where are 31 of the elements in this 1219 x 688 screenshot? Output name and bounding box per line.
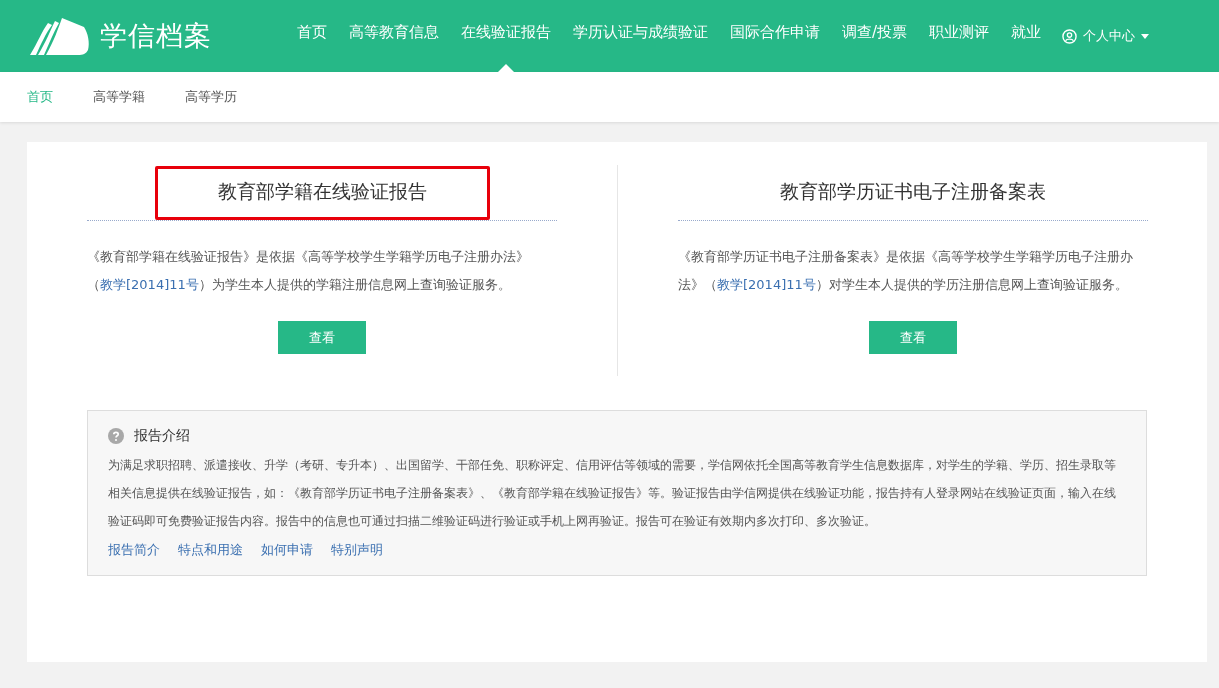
- nav-link[interactable]: 国际合作申请: [719, 0, 831, 72]
- report-title: 教育部学历证书电子注册备案表: [779, 179, 1047, 204]
- intro-link[interactable]: 特别声明: [331, 541, 383, 559]
- nav-link[interactable]: 学历认证与成绩验证: [562, 0, 719, 72]
- report-description: 《教育部学籍在线验证报告》是依据《高等学校学生学籍学历电子注册办法》（教学[2014]11号）为学生本人提供的学籍注册信息网上查询验证服务。: [87, 248, 530, 294]
- sub-nav-link[interactable]: 高等学历: [185, 88, 237, 106]
- nav-link[interactable]: 首页: [286, 0, 338, 72]
- document-link[interactable]: 教学[2014]11号: [100, 277, 199, 292]
- intro-title: 报告介绍: [134, 427, 190, 445]
- book-pages-icon: [28, 17, 90, 55]
- site-logo-text[interactable]: 学信档案: [100, 18, 212, 54]
- report-title: 教育部学籍在线验证报告: [154, 166, 490, 220]
- sub-nav-link[interactable]: 高等学籍: [93, 88, 145, 106]
- nav-link[interactable]: 就业: [1000, 0, 1053, 72]
- nav-link[interactable]: 调查/投票: [831, 0, 919, 72]
- intro-link[interactable]: 特点和用途: [178, 541, 243, 559]
- nav-link[interactable]: 高等教育信息: [338, 0, 450, 72]
- intro-link[interactable]: 报告简介: [108, 541, 160, 559]
- nav-link[interactable]: 在线验证报告: [450, 0, 562, 72]
- user-menu[interactable]: 个人中心: [1062, 27, 1150, 45]
- user-icon: [1062, 28, 1078, 44]
- view-button[interactable]: 查看: [869, 321, 957, 354]
- help-icon: [108, 428, 124, 444]
- caret-icon: [1141, 33, 1150, 39]
- nav-link[interactable]: 职业测评: [918, 0, 1001, 72]
- document-link[interactable]: 教学[2014]11号: [717, 277, 816, 292]
- sub-nav-link[interactable]: 首页: [27, 88, 53, 106]
- intro-paragraph: 为满足求职招聘、派遣接收、升学（考研、专升本）、出国留学、干部任免、职称评定、信用评估等领域的需要，学信网依托全国高等教育学生信息数据库，对学生的学籍、学历、招生录取等相关信息提供在线验证报告，如：《教育部学历证书电子注册备案表》、《教育部学籍在线验证报告》等。验证报告由学信网提供在线验证功能，报告持有人登录网站在线验证页面，输入在线验证码即可免费验证报告内容。报告中的信息也可通过扫描二维验证码进行验证或手机上网再验证。报告可在验证有效期内多次打印、多次验证。: [108, 457, 1117, 530]
- view-button[interactable]: 查看: [278, 321, 366, 354]
- report-description: 《教育部学历证书电子注册备案表》是依据《高等学校学生学籍学历电子注册办法》（教学[2014]11号）对学生本人提供的学历注册信息网上查询验证服务。: [678, 248, 1134, 294]
- intro-link[interactable]: 如何申请: [261, 541, 313, 559]
